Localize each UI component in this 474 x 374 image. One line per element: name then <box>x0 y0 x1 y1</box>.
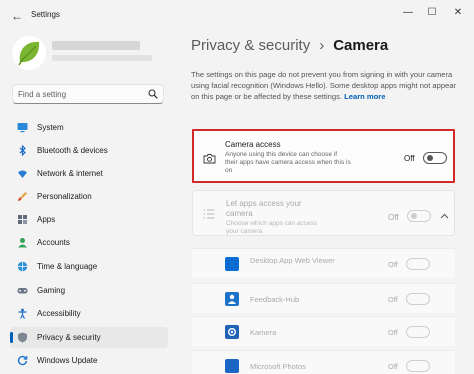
breadcrumb-parent[interactable]: Privacy & security <box>191 37 310 54</box>
leaf-icon <box>18 41 40 66</box>
app-toggle[interactable] <box>406 326 430 338</box>
camera-access-title: Camera access <box>225 140 281 149</box>
breadcrumb: Privacy & security › Camera <box>191 37 388 54</box>
blurred-email <box>52 55 152 61</box>
search-icon[interactable] <box>148 89 158 99</box>
app-state: Off <box>388 328 398 337</box>
window-title: Settings <box>31 10 60 19</box>
sidebar-item-label: Apps <box>37 215 56 224</box>
apps-icon <box>18 215 27 224</box>
controller-icon <box>17 288 28 294</box>
sidebar-item-system[interactable]: System <box>10 117 168 138</box>
sidebar-item-apps[interactable]: Apps <box>10 209 168 230</box>
kamera-app-icon <box>225 325 239 339</box>
app-state: Off <box>388 295 398 304</box>
app-state: Off <box>388 362 398 371</box>
apps-access-title: Let apps access your camera <box>226 199 302 218</box>
app-web-viewer-icon <box>225 257 239 271</box>
sidebar-item-gaming[interactable]: Gaming <box>10 280 168 301</box>
person-badge-icon <box>228 294 236 304</box>
sidebar-item-accessibility[interactable]: Accessibility <box>10 303 168 324</box>
search-box[interactable] <box>12 84 164 104</box>
app-row-desktop-app-web-viewer: Desktop App Web Viewer Off <box>192 248 455 278</box>
lens-icon <box>228 328 236 336</box>
toggle-knob <box>411 213 417 219</box>
camera-access-state: Off <box>404 154 415 163</box>
description-text: The settings on this page do not prevent… <box>191 70 457 101</box>
blurred-username <box>52 41 140 50</box>
active-indicator <box>10 332 13 343</box>
sidebar-item-label: Time & language <box>37 262 98 271</box>
sidebar-item-label: System <box>37 123 64 132</box>
app-row-kamera: Kamera Off <box>192 316 455 346</box>
shield-icon <box>18 332 27 343</box>
app-row-feedback-hub: Feedback-Hub Off <box>192 283 455 313</box>
back-arrow-icon[interactable]: ← <box>9 8 25 24</box>
sidebar-item-network[interactable]: Network & internet <box>10 163 168 184</box>
app-name: Kamera <box>250 328 277 337</box>
sidebar-item-time-language[interactable]: Time & language <box>10 256 168 277</box>
person-icon <box>18 238 27 248</box>
photos-app-icon <box>225 359 239 373</box>
globe-icon <box>17 261 28 272</box>
app-state: Off <box>388 260 398 269</box>
sidebar-item-label: Personalization <box>37 192 92 201</box>
sidebar-item-label: Windows Update <box>37 356 98 365</box>
page-title: Camera <box>333 37 389 54</box>
apps-access-state: Off <box>388 213 399 222</box>
update-icon <box>17 355 28 366</box>
app-toggle[interactable] <box>406 293 430 305</box>
app-name: Microsoft Photos <box>250 362 306 371</box>
minimize-icon[interactable]: — <box>399 6 417 20</box>
app-toggle[interactable] <box>406 258 430 270</box>
camera-access-subtitle: Anyone using this device can choose if t… <box>225 151 351 174</box>
title-bar: ← Settings — ☐ ✕ <box>0 0 474 32</box>
sidebar-item-label: Bluetooth & devices <box>37 146 108 155</box>
accessibility-icon <box>18 308 27 319</box>
sidebar-item-personalization[interactable]: Personalization <box>10 186 168 207</box>
sidebar-item-privacy-security[interactable]: Privacy & security <box>10 327 168 348</box>
app-name: Desktop App Web Viewer <box>250 256 335 265</box>
sidebar-item-label: Privacy & security <box>37 333 101 342</box>
monitor-icon <box>17 123 28 133</box>
toggle-knob <box>427 155 433 161</box>
camera-icon <box>203 154 216 164</box>
close-icon[interactable]: ✕ <box>449 6 467 20</box>
avatar[interactable] <box>12 36 46 70</box>
sidebar-item-accounts[interactable]: Accounts <box>10 232 168 253</box>
brush-icon <box>18 192 27 201</box>
chevron-up-icon[interactable] <box>440 213 449 219</box>
bluetooth-icon <box>19 145 26 156</box>
app-toggle[interactable] <box>406 360 430 372</box>
apps-access-subtitle: Choose which apps can access your camera <box>226 220 318 235</box>
page-description: The settings on this page do not prevent… <box>191 69 457 102</box>
app-name: Feedback-Hub <box>250 295 300 304</box>
sidebar-item-label: Accounts <box>37 238 70 247</box>
apps-access-toggle[interactable] <box>407 210 431 222</box>
sidebar-item-windows-update[interactable]: Windows Update <box>10 350 168 371</box>
search-input[interactable] <box>18 88 148 101</box>
app-row-microsoft-photos: Microsoft Photos Off <box>192 350 455 374</box>
maximize-icon[interactable]: ☐ <box>423 6 441 20</box>
list-icon <box>203 209 215 219</box>
sidebar-item-bluetooth[interactable]: Bluetooth & devices <box>10 140 168 161</box>
camera-access-toggle[interactable] <box>423 152 447 164</box>
apps-access-card: Let apps access your camera Choose which… <box>192 190 455 236</box>
feedback-hub-icon <box>225 292 239 306</box>
sidebar-item-label: Network & internet <box>37 169 103 178</box>
breadcrumb-separator: › <box>319 37 325 54</box>
wifi-icon <box>18 170 27 178</box>
sidebar-item-label: Gaming <box>37 286 66 295</box>
sidebar-item-label: Accessibility <box>37 309 81 318</box>
camera-access-card: Camera access Anyone using this device c… <box>192 129 455 183</box>
learn-more-link[interactable]: Learn more <box>344 92 385 101</box>
